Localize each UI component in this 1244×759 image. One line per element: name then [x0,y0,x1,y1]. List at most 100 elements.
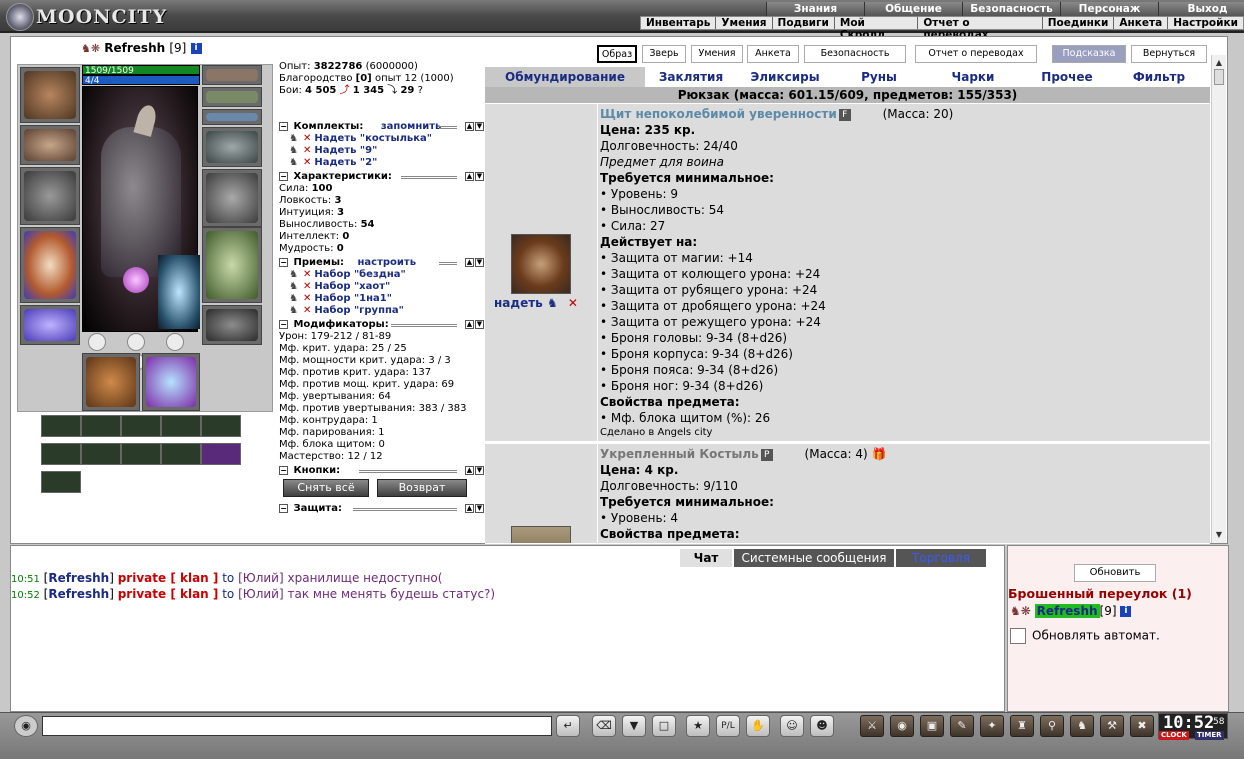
tab-other[interactable]: Прочее [1021,67,1113,87]
backpack-slot[interactable] [142,353,200,411]
belt-item-10[interactable] [201,443,241,465]
up-arrow-icon[interactable]: ▲ [465,258,474,267]
up-arrow-icon[interactable]: ▲ [465,172,474,181]
delete-icon[interactable]: ✕ [303,145,311,156]
rune-slot-2[interactable] [127,333,145,351]
dance-icon[interactable]: ★ [686,715,710,737]
belt-item-8[interactable] [121,443,161,465]
delete-icon[interactable]: ✕ [303,133,311,144]
refresh-button[interactable]: Обновить [1074,564,1156,582]
collapse-icon[interactable]: − [279,465,288,475]
tab-skills[interactable]: Умения [691,45,743,63]
rune-slot-1[interactable] [88,333,106,351]
remove-all-button[interactable]: Снять всё [283,479,369,497]
scroll-down-icon[interactable]: ▼ [1213,529,1225,541]
nav-my-scroll[interactable]: Мой Скролл [835,17,919,41]
tab-runes[interactable]: Руны [833,67,925,87]
belt-item-5[interactable] [201,415,241,437]
collapse-icon[interactable]: − [279,257,288,267]
collapse-icon[interactable]: − [279,503,288,513]
filter-icon[interactable]: ▼ [622,715,646,737]
tab-profile[interactable]: Анкета [747,45,799,63]
tab-equipment[interactable]: Обмундирование [485,67,645,87]
lock-icon[interactable]: ⚲ [1040,715,1064,737]
armor-slot[interactable] [20,227,80,303]
leggings-slot[interactable] [202,227,262,303]
collapse-icon[interactable]: − [279,319,288,329]
set-item[interactable]: ♞ ✕ Надеть "костылька" [279,133,494,145]
delete-icon[interactable]: ✕ [303,293,311,304]
set-item[interactable]: ♞ ✕ Надеть "2" [279,157,494,169]
delete-icon[interactable]: ✕ [303,281,311,292]
trick-set[interactable]: ♞ ✕ Набор "бездна" [279,269,494,281]
up-arrow-icon[interactable]: ▲ [465,504,474,513]
up-arrow-icon[interactable]: ▲ [465,466,474,475]
tab-chat[interactable]: Чат [680,549,732,567]
configure-tricks-link[interactable]: настроить [358,257,417,268]
amulet-slot[interactable] [202,87,262,107]
collapse-icon[interactable]: − [279,171,288,181]
down-arrow-icon[interactable]: ▼ [475,172,484,181]
nav-communication[interactable]: Общение [864,2,962,16]
wear-link[interactable]: надеть [494,296,543,310]
boots-slot[interactable] [202,305,262,345]
tab-image[interactable]: Образ [597,45,637,63]
down-arrow-icon[interactable]: ▼ [475,320,484,329]
rune-slot-3[interactable] [166,333,184,351]
pl-icon[interactable]: P/L [716,715,740,737]
belt-item-1[interactable] [41,415,81,437]
down-arrow-icon[interactable]: ▼ [475,466,484,475]
hammer-icon[interactable]: ⚒ [1100,715,1124,737]
chest-icon[interactable]: ▣ [920,715,944,737]
skill-icon[interactable]: ✦ [980,715,1004,737]
info-icon[interactable]: i [190,43,202,54]
chat-input[interactable] [42,716,552,736]
down-arrow-icon[interactable]: ▼ [475,122,484,131]
nav-settings[interactable]: Настройки [1168,17,1243,29]
trick-set[interactable]: ♞ ✕ Набор "хаот" [279,281,494,293]
down-arrow-icon[interactable]: ▼ [475,258,484,267]
scroll-up-icon[interactable]: ▲ [1213,57,1225,69]
remember-set-link[interactable]: запомнить [381,121,442,132]
auto-update-checkbox[interactable] [1010,628,1026,644]
info-icon[interactable]: i [1120,606,1132,617]
belt-item-4[interactable] [161,415,201,437]
armor-icon[interactable]: ♜ [1010,715,1034,737]
bracers-slot[interactable] [20,125,80,165]
item-name[interactable]: Укрепленный Костыль [600,447,759,461]
enter-icon[interactable]: ↵ [556,715,580,737]
screen-icon[interactable]: □ [652,715,676,737]
down-arrow-icon[interactable]: ▼ [475,504,484,513]
belt-item-2[interactable] [81,415,121,437]
delete-icon[interactable]: ✕ [568,296,578,310]
collapse-icon[interactable]: − [279,121,288,131]
return-button[interactable]: Возврат [377,479,467,497]
bag-icon[interactable]: ◉ [890,715,914,737]
smile-icon[interactable]: ☺ [780,715,804,737]
belt-item-7[interactable] [81,443,121,465]
delete-icon[interactable]: ✕ [303,269,311,280]
nav-inventory[interactable]: Инвентарь [641,17,717,29]
group-icon[interactable]: ♞ [1070,715,1094,737]
nav-exit[interactable]: Выход [1158,2,1244,16]
up-arrow-icon[interactable]: ▲ [465,122,474,131]
tab-hint[interactable]: Подсказка [1052,45,1126,63]
helmet-slot[interactable] [20,67,80,123]
up-arrow-icon[interactable]: ▲ [465,320,474,329]
eraser-icon[interactable]: ⌫ [592,715,616,737]
tab-security[interactable]: Безопасность [804,45,906,63]
set-item[interactable]: ♞ ✕ Надеть "9" [279,145,494,157]
pet-image[interactable] [158,255,200,329]
belt-item-3[interactable] [121,415,161,437]
nav-profile[interactable]: Анкета [1114,17,1169,29]
delete-icon[interactable]: ✕ [303,157,311,168]
shield-image[interactable] [511,234,571,294]
tab-filter[interactable]: Фильтр [1113,67,1205,87]
crutch-image[interactable] [511,526,571,543]
delete-icon[interactable]: ✕ [303,305,311,316]
nav-feats[interactable]: Подвиги [773,17,835,29]
inventory-scrollbar[interactable]: ▲ ▼ [1211,55,1226,543]
nav-security[interactable]: Безопасность [962,2,1060,16]
hand-icon[interactable]: ✋ [746,715,770,737]
trick-set[interactable]: ♞ ✕ Набор "группа" [279,305,494,317]
